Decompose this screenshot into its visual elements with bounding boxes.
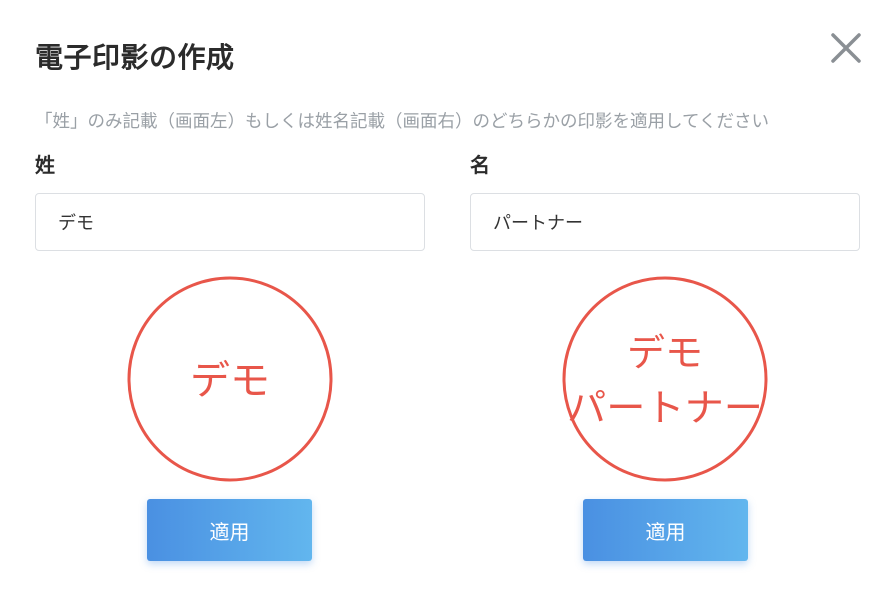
first-name-group: 名 — [470, 150, 860, 251]
seal-text-line2: パートナー — [567, 386, 763, 430]
dialog-title: 電子印影の作成 — [35, 41, 235, 74]
first-name-input[interactable] — [470, 193, 860, 251]
seal-text-line1: デモ — [190, 358, 270, 404]
close-icon — [831, 33, 861, 63]
first-name-label: 名 — [470, 153, 490, 177]
apply-full-name-seal-button[interactable]: 適用 — [583, 499, 748, 561]
apply-last-name-seal-button[interactable]: 適用 — [147, 499, 312, 561]
dialog-description: 「姓」のみ記載（画面左）もしくは姓名記載（画面右）のどちらかの印影を適用してくだ… — [35, 112, 769, 132]
close-button[interactable] — [826, 28, 866, 68]
last-name-label: 姓 — [35, 153, 55, 177]
seal-circle — [562, 276, 768, 482]
last-name-group: 姓 — [35, 150, 425, 251]
seal-text-line1: デモ — [627, 331, 703, 375]
last-name-input[interactable] — [35, 193, 425, 251]
seal-preview-last-name: デモ — [127, 276, 333, 482]
seal-dialog: 電子印影の作成 「姓」のみ記載（画面左）もしくは姓名記載（画面右）のどちらかの印… — [0, 0, 896, 616]
seal-preview-full-name: デモ パートナー — [562, 276, 768, 482]
